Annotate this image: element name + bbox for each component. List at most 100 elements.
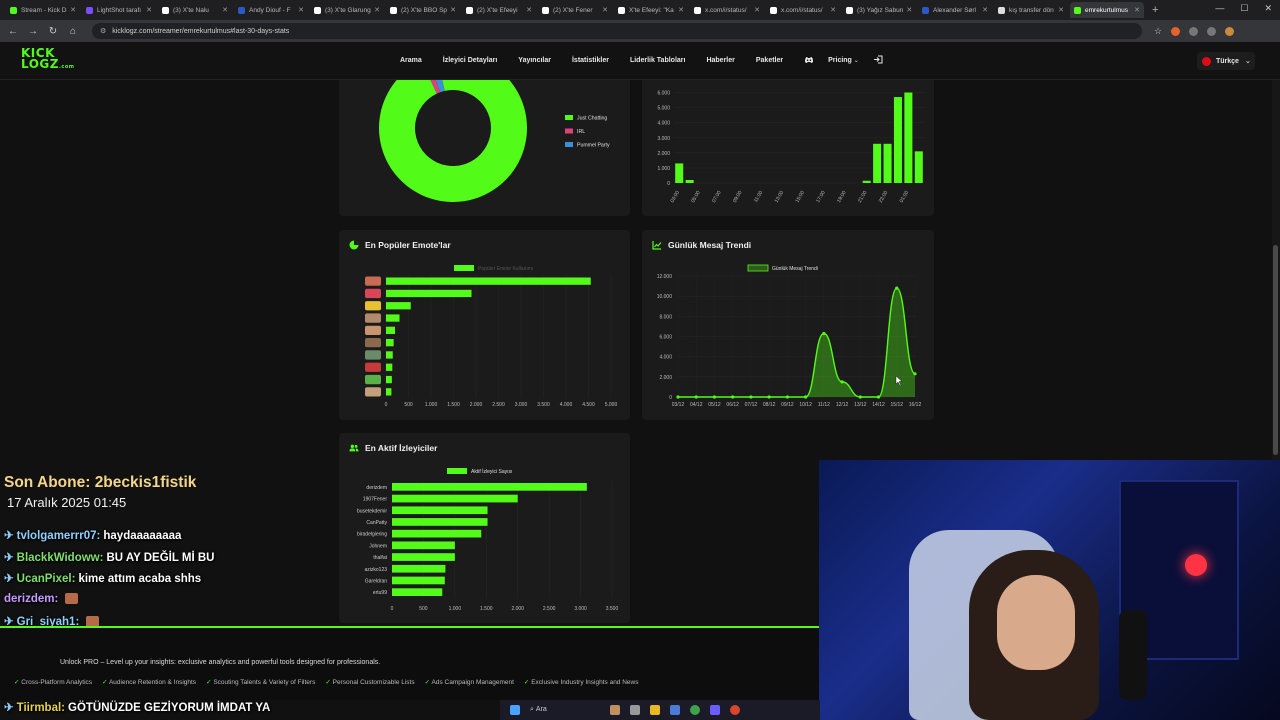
x-tick-label: 10/12 (799, 402, 812, 408)
tab-close-icon[interactable]: ✕ (827, 6, 836, 14)
close-window-icon[interactable]: ✕ (1264, 3, 1272, 14)
profile-avatar[interactable] (1225, 26, 1235, 36)
taskbar-app-icon[interactable] (610, 705, 620, 715)
nav-yayincilar[interactable]: Yayıncılar (518, 57, 551, 64)
home-icon[interactable]: ⌂ (68, 26, 78, 37)
data-point (712, 395, 717, 399)
browser-tab[interactable]: x.com/i/status/ ✕ (766, 2, 840, 18)
emote-image-icon (365, 350, 381, 360)
taskbar-app-icon[interactable] (710, 705, 720, 715)
forward-icon[interactable]: → (28, 26, 38, 37)
taskbar-app-icon[interactable] (730, 705, 740, 715)
browser-tab[interactable]: emrekurtulmus ✕ (1070, 2, 1144, 18)
taskbar-app-icon[interactable] (630, 705, 640, 715)
tab-close-icon[interactable]: ✕ (1055, 6, 1064, 14)
reload-icon[interactable]: ↻ (48, 26, 58, 37)
tab-close-icon[interactable]: ✕ (523, 6, 532, 14)
browser-tabbar: Stream - Kick D ✕ LightShot tarafı ✕ (3) X't… (0, 0, 1280, 20)
tab-favicon-icon (846, 6, 853, 14)
windows-start-icon[interactable] (510, 705, 520, 715)
chat-username: UcanPixel: (16, 573, 76, 585)
browser-tab[interactable]: (2) X'te BBO Sp ✕ (386, 2, 460, 18)
data-point (895, 286, 899, 290)
tab-label: (2) X'te Fener (553, 6, 593, 14)
nav-istatistikler[interactable]: İstatistikler (572, 57, 609, 64)
data-point (804, 395, 808, 399)
browser-tab[interactable]: X'te Efeeyi: "Ka ✕ (614, 2, 688, 18)
browser-tab[interactable]: Andy Diouf - F ✕ (234, 2, 308, 18)
extension-icon[interactable] (1171, 26, 1181, 36)
nav-pricing[interactable]: Pricing ⌄ (828, 57, 859, 64)
browser-tab[interactable]: (3) Yağız Sabun ✕ (842, 2, 916, 18)
tab-close-icon[interactable]: ✕ (599, 6, 608, 14)
browser-tab[interactable]: Alexander Sørl ✕ (918, 2, 992, 18)
data-point (822, 331, 826, 336)
chat-message: ✈ UcanPixel: kime attım acaba shhs (4, 571, 201, 585)
x-tick-label: 21:00 (857, 190, 869, 204)
chat-text: GÖTÜNÜZDE GEZİYORUM İMDAT YA (68, 702, 271, 714)
bookmark-star-icon[interactable]: ☆ (1154, 26, 1162, 36)
taskbar-app-icon[interactable] (650, 705, 660, 715)
data-point (694, 395, 698, 399)
language-selector[interactable]: Türkçe ⌄ (1197, 52, 1255, 70)
tab-close-icon[interactable]: ✕ (67, 6, 76, 14)
legend-swatch (454, 265, 474, 271)
browser-tab[interactable]: (2) X'te Fener ✕ (538, 2, 612, 18)
nav-arama[interactable]: Arama (400, 57, 422, 64)
new-tab-icon[interactable]: + (1152, 4, 1158, 16)
browser-tab[interactable]: (3) X'te Glarung ✕ (310, 2, 384, 18)
popular-emotes-card: En Popüler Emote'lar Popüler Emote Kulla… (339, 230, 630, 420)
webcam-microphone (1119, 610, 1147, 700)
maximize-icon[interactable]: ☐ (1240, 3, 1248, 14)
back-icon[interactable]: ← (8, 26, 18, 37)
tab-close-icon[interactable]: ✕ (903, 6, 912, 14)
nav-paketler[interactable]: Paketler (756, 57, 783, 64)
tab-close-icon[interactable]: ✕ (751, 6, 760, 14)
tab-close-icon[interactable]: ✕ (447, 6, 456, 14)
data-point (858, 395, 862, 399)
browser-tab[interactable]: (2) X'te Efeeyi ✕ (462, 2, 536, 18)
browser-tab[interactable]: Stream - Kick D ✕ (6, 2, 80, 18)
tab-close-icon[interactable]: ✕ (371, 6, 380, 14)
tab-close-icon[interactable]: ✕ (1131, 6, 1140, 14)
taskbar-search[interactable]: ⌕ Ara (530, 705, 600, 715)
browser-tab[interactable]: x.com/i/status/ ✕ (690, 2, 764, 18)
kicklogz-logo[interactable]: KICK LOGZ.com (21, 47, 74, 74)
y-tick-label: busetekdemir (357, 508, 387, 514)
site-info-icon[interactable]: ⚙ (100, 27, 106, 35)
login-icon[interactable] (873, 55, 883, 66)
browser-tab[interactable]: (3) X'te Nalu ✕ (158, 2, 232, 18)
y-tick-label: 8.000 (659, 314, 672, 320)
legend-swatch (565, 115, 573, 120)
extension-icon[interactable] (1189, 26, 1199, 36)
page-scrollbar-thumb[interactable] (1273, 245, 1278, 455)
nav-liderlik-tablolari[interactable]: Liderlik Tabloları (630, 57, 686, 64)
taskbar-app-icon[interactable] (670, 705, 680, 715)
chat-message: ✈ Tiirmbal: GÖTÜNÜZDE GEZİYORUM İMDAT YA (4, 700, 270, 714)
y-tick-label: 1.000 (657, 166, 670, 172)
discord-icon[interactable] (804, 56, 814, 66)
x-tick-label: 15/12 (891, 402, 904, 408)
minimize-icon[interactable]: — (1215, 3, 1224, 14)
chat-username: derizdem: (4, 593, 59, 605)
nav-izleyici-detaylari[interactable]: İzleyici Detayları (443, 57, 497, 64)
tab-favicon-icon (1074, 6, 1081, 14)
url-field[interactable]: ⚙ kicklogz.com/streamer/emrekurtulmus#la… (92, 23, 1142, 39)
browser-tab[interactable]: LightShot tarafı ✕ (82, 2, 156, 18)
bar (893, 97, 902, 183)
tab-close-icon[interactable]: ✕ (675, 6, 684, 14)
feature-item: Cross-Platform Analytics (14, 678, 92, 686)
extension-icons: ☆ (1154, 26, 1235, 36)
tab-close-icon[interactable]: ✕ (143, 6, 152, 14)
bar (386, 302, 411, 310)
nav-haberler[interactable]: Haberler (706, 57, 734, 64)
extension-icon[interactable] (1207, 26, 1217, 36)
chat-badge-icon: ✈ (4, 552, 14, 564)
data-point (840, 380, 844, 384)
tab-close-icon[interactable]: ✕ (979, 6, 988, 14)
tab-favicon-icon (466, 6, 473, 14)
tab-close-icon[interactable]: ✕ (295, 6, 304, 14)
chrome-taskbar-icon[interactable] (690, 705, 700, 715)
tab-close-icon[interactable]: ✕ (219, 6, 228, 14)
browser-tab[interactable]: kış transfer dön ✕ (994, 2, 1068, 18)
